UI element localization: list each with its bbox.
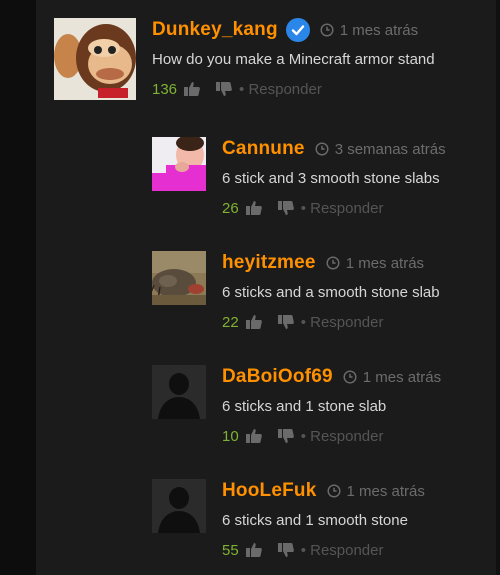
- thumbs-up-icon[interactable]: [245, 542, 263, 558]
- timestamp: 1 mes atrás: [345, 254, 425, 272]
- comment-text: 6 stick and 3 smooth stone slabs: [222, 170, 440, 187]
- reply-link[interactable]: • Responder: [301, 200, 384, 217]
- comment-text: 6 sticks and 1 stone slab: [222, 398, 387, 415]
- comment-text: 6 sticks and 1 smooth stone: [222, 512, 408, 529]
- timestamp: 1 mes atrás: [362, 368, 442, 386]
- thumbs-down-icon[interactable]: [277, 200, 295, 216]
- comment: Cannune 3 semanas atrás 6 stick and 3 sm…: [152, 137, 446, 217]
- vote-count: 26: [222, 199, 239, 217]
- clock-icon: [315, 142, 329, 156]
- comment: HooLeFuk 1 mes atrás 6 sticks and 1 smoo…: [152, 479, 425, 559]
- thumbs-up-icon[interactable]: [245, 428, 263, 444]
- thumbs-down-icon[interactable]: [277, 314, 295, 330]
- vote-count: 22: [222, 313, 239, 331]
- catfish-avatar-icon: [152, 251, 206, 305]
- reply-link[interactable]: • Responder: [301, 428, 384, 445]
- verified-badge-icon: [285, 18, 310, 42]
- pink-photo-avatar-icon: [152, 137, 206, 191]
- avatar[interactable]: [152, 137, 206, 191]
- avatar[interactable]: [152, 365, 206, 419]
- reply-link[interactable]: • Responder: [239, 81, 322, 98]
- username[interactable]: DaBoiOof69: [222, 366, 333, 388]
- avatar[interactable]: [152, 251, 206, 305]
- clock-icon: [343, 370, 357, 384]
- clock-icon: [326, 256, 340, 270]
- timestamp: 3 semanas atrás: [334, 140, 446, 158]
- clock-icon: [320, 23, 334, 37]
- default-avatar-icon: [152, 365, 206, 419]
- clock-icon: [326, 484, 341, 498]
- default-avatar-icon: [152, 479, 206, 533]
- thumbs-down-icon[interactable]: [277, 542, 295, 558]
- comment-text: 6 sticks and a smooth stone slab: [222, 284, 440, 301]
- thumbs-up-icon[interactable]: [245, 200, 263, 216]
- vote-count: 55: [222, 541, 239, 559]
- timestamp: 1 mes atrás: [346, 482, 425, 500]
- timestamp: 1 mes atrás: [339, 21, 419, 39]
- comment-text: How do you make a Minecraft armor stand: [152, 51, 435, 68]
- thumbs-down-icon[interactable]: [215, 81, 233, 97]
- reply-link[interactable]: • Responder: [301, 314, 384, 331]
- username[interactable]: Dunkey_kang: [152, 19, 278, 41]
- avatar[interactable]: [54, 18, 136, 100]
- vote-count: 10: [222, 427, 239, 445]
- donkey-kong-avatar-icon: [54, 18, 136, 100]
- thumbs-down-icon[interactable]: [277, 428, 295, 444]
- username[interactable]: HooLeFuk: [222, 480, 317, 502]
- username[interactable]: heyitzmee: [222, 252, 316, 274]
- vote-count: 136: [152, 80, 178, 98]
- right-gutter: [496, 0, 500, 575]
- comments-section: Dunkey_kang 1 mes atrás How do you make …: [0, 0, 500, 575]
- thumbs-up-icon[interactable]: [245, 314, 263, 330]
- comment: Dunkey_kang 1 mes atrás How do you make …: [54, 18, 435, 100]
- avatar[interactable]: [152, 479, 206, 533]
- username[interactable]: Cannune: [222, 138, 305, 160]
- left-gutter: [0, 0, 36, 575]
- comment: DaBoiOof69 1 mes atrás 6 sticks and 1 st…: [152, 365, 441, 445]
- comment: heyitzmee 1 mes atrás 6 sticks and a smo…: [152, 251, 440, 331]
- thumbs-up-icon[interactable]: [183, 81, 201, 97]
- reply-link[interactable]: • Responder: [301, 542, 384, 559]
